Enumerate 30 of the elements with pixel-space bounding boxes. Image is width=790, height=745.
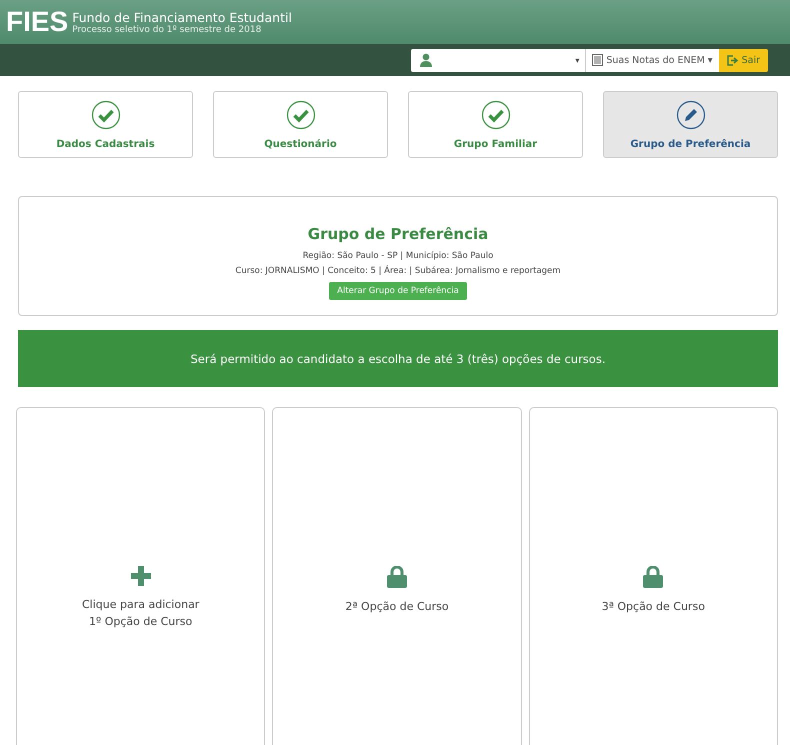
lock-icon — [643, 566, 664, 588]
pencil-icon — [676, 100, 706, 130]
lock-icon — [386, 566, 407, 588]
list-icon — [592, 54, 604, 66]
panel-title: Grupo de Preferência — [308, 225, 488, 243]
user-dropdown[interactable]: ▾ — [411, 48, 586, 72]
site-subtitle: Processo seletivo do 1º semestre de 2018 — [72, 24, 262, 34]
option-label: 1º Opção de Curso — [89, 614, 192, 630]
notes-dropdown[interactable]: Suas Notas do ENEM ▾ — [585, 48, 719, 72]
preference-detail: Região: São Paulo - SP | Município: São Paulo — [302, 251, 494, 261]
user-icon — [419, 53, 434, 67]
option-label: 2ª Opção de Curso — [345, 599, 449, 615]
add-course-card[interactable]: Clique para adicionar 1º Opção de Curso — [16, 407, 266, 745]
site-title: Fundo de Financiamento Estudantil — [72, 10, 292, 24]
logout-button[interactable]: Sair — [718, 48, 768, 72]
step-tab[interactable]: Questionário — [213, 91, 388, 158]
check-icon — [90, 100, 120, 130]
exit-icon — [726, 54, 739, 66]
step-tab[interactable]: Grupo Familiar — [408, 91, 583, 158]
logo-text: FIES — [6, 8, 68, 36]
step-tab[interactable]: Dados Cadastrais — [18, 91, 193, 158]
option-label: Clique para adicionar — [82, 597, 200, 613]
notice-text: Será permitido ao candidato a escolha de até 3 (três) opções de cursos. — [190, 352, 606, 366]
check-icon — [286, 100, 316, 130]
step-tab[interactable]: Grupo de Preferência — [603, 91, 778, 158]
option-label: 3ª Opção de Curso — [602, 599, 705, 615]
preference-detail: Curso: JORNALISMO | Conceito: 5 | Área: | Subárea: Jornalismo e reportagem — [235, 266, 561, 276]
check-icon — [480, 100, 510, 130]
change-preference-button[interactable]: Alterar Grupo de Preferência — [329, 282, 467, 300]
plus-icon — [130, 566, 151, 586]
